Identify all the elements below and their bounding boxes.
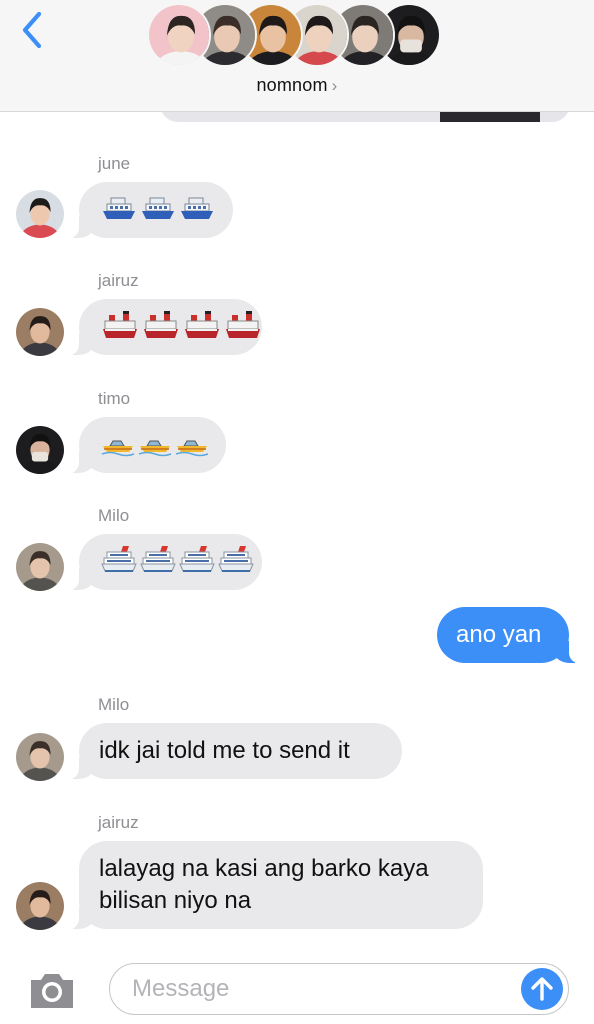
message-bubble[interactable]: idk jai told me to send it: [67, 723, 402, 779]
member-avatar: [147, 3, 211, 67]
avatar[interactable]: [16, 308, 64, 356]
ocean-liner-icon: [142, 309, 180, 352]
emoji-row: [101, 544, 262, 585]
passenger-ferry-icon: [101, 194, 137, 231]
outgoing-message-bubble[interactable]: ano yan: [437, 607, 581, 663]
group-name-link[interactable]: nomnom ›: [0, 75, 594, 96]
emoji-row: [101, 309, 262, 352]
cruise-ship-icon: [140, 544, 176, 585]
group-avatar-stack[interactable]: [147, 3, 447, 69]
message-bubble[interactable]: [67, 417, 226, 473]
emoji-row: [101, 433, 226, 466]
cruise-ship-icon: [179, 544, 215, 585]
ocean-liner-icon: [224, 309, 262, 352]
sender-name: timo: [98, 389, 131, 408]
cruise-ship-icon: [218, 544, 254, 585]
message-input[interactable]: [109, 963, 569, 1015]
send-button[interactable]: [521, 968, 563, 1010]
speedboat-icon: [175, 433, 209, 466]
message-text: ano yan: [456, 621, 542, 648]
message-bubble[interactable]: [67, 534, 262, 590]
message-bubble[interactable]: [67, 182, 233, 238]
sender-name: Milo: [98, 695, 130, 714]
ocean-liner-icon: [183, 309, 221, 352]
speedboat-icon: [138, 433, 172, 466]
camera-button[interactable]: [27, 970, 77, 1010]
message-text: lalayag na kasi ang barko kaya bilisan n…: [99, 855, 429, 914]
passenger-ferry-icon: [179, 194, 215, 231]
sender-name: jairuz: [98, 271, 139, 290]
conversation-header: nomnom ›: [0, 0, 594, 112]
speedboat-icon: [101, 433, 135, 466]
group-name: nomnom: [256, 75, 328, 95]
message-text: idk jai told me to send it: [99, 737, 350, 764]
ocean-liner-icon: [101, 309, 139, 352]
sender-name: Milo: [98, 506, 130, 525]
chevron-left-icon: [22, 11, 42, 49]
message-bubble[interactable]: lalayag na kasi ang barko kaya bilisan n…: [67, 841, 483, 929]
sender-name: june: [98, 154, 131, 173]
avatar[interactable]: [16, 733, 64, 781]
arrow-up-icon: [531, 977, 553, 1001]
avatar[interactable]: [16, 426, 64, 474]
avatar[interactable]: [16, 882, 64, 930]
cruise-ship-icon: [101, 544, 137, 585]
back-button[interactable]: [14, 8, 50, 52]
emoji-row: [101, 194, 233, 231]
avatar[interactable]: [16, 190, 64, 238]
passenger-ferry-icon: [140, 194, 176, 231]
message-bubble[interactable]: [67, 299, 262, 355]
avatar[interactable]: [16, 543, 64, 591]
camera-icon: [31, 974, 73, 1008]
chevron-right-icon: ›: [331, 76, 338, 95]
sender-name: jairuz: [98, 813, 139, 832]
